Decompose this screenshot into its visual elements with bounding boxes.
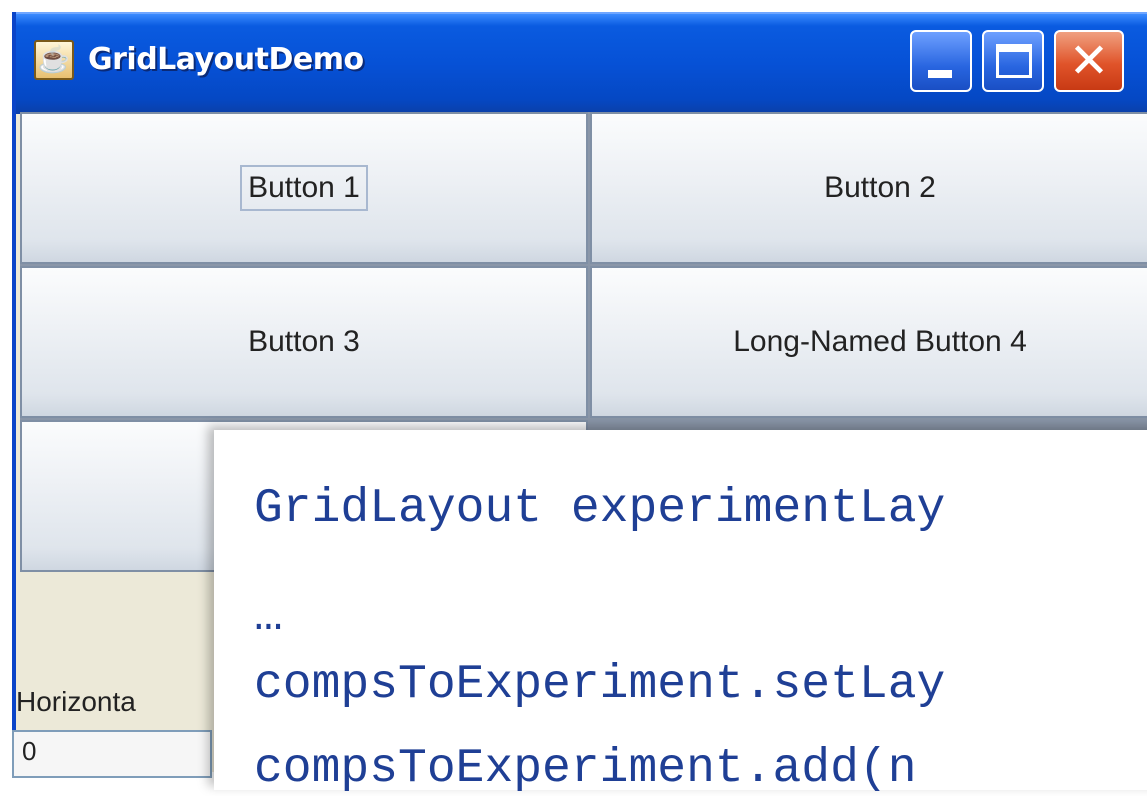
button-3[interactable]: Button 3 <box>20 266 588 418</box>
code-line-4: compsToExperiment.add(n <box>254 742 917 796</box>
window-title: GridLayoutDemo <box>88 42 364 77</box>
close-icon: ✕ <box>1068 33 1110 89</box>
minimize-button[interactable] <box>910 30 972 92</box>
close-button[interactable]: ✕ <box>1054 30 1124 92</box>
maximize-icon <box>996 44 1032 78</box>
button-4-label: Long-Named Button 4 <box>733 325 1027 358</box>
maximize-button[interactable] <box>982 30 1044 92</box>
java-coffee-cup-icon: ☕ <box>34 40 74 80</box>
minimize-icon <box>928 70 952 78</box>
button-3-label: Button 3 <box>248 325 360 358</box>
button-2-label: Button 2 <box>824 171 936 204</box>
button-1[interactable]: Button 1 <box>20 112 588 264</box>
code-line-1: GridLayout experimentLay <box>254 482 946 536</box>
button-1-label: Button 1 <box>240 165 368 211</box>
code-line-3: compsToExperiment.setLay <box>254 658 946 712</box>
horizontal-gap-field[interactable]: 0 <box>12 730 212 778</box>
button-2[interactable]: Button 2 <box>590 112 1147 264</box>
horizontal-gap-label: Horizonta <box>16 686 136 717</box>
long-named-button-4[interactable]: Long-Named Button 4 <box>590 266 1147 418</box>
code-line-ellipsis: … <box>254 590 283 644</box>
code-snippet-overlay: GridLayout experimentLay … compsToExperi… <box>214 430 1147 796</box>
title-bar[interactable]: ☕ GridLayoutDemo ✕ <box>16 12 1147 114</box>
